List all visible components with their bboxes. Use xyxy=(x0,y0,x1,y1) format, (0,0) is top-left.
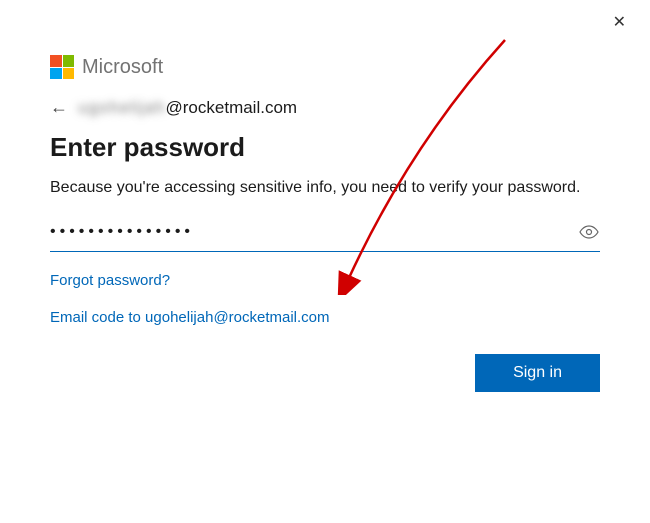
microsoft-logo-icon xyxy=(50,55,74,79)
identity-email: ugohelijah@rocketmail.com xyxy=(78,98,297,118)
eye-icon[interactable] xyxy=(578,221,600,243)
password-input[interactable] xyxy=(50,223,578,241)
brand-name: Microsoft xyxy=(82,56,163,79)
password-field-row xyxy=(50,217,600,252)
forgot-password-link[interactable]: Forgot password? xyxy=(50,272,600,289)
signin-dialog: Microsoft ← ugohelijah@rocketmail.com En… xyxy=(0,0,650,432)
signin-button[interactable]: Sign in xyxy=(475,354,600,392)
page-title: Enter password xyxy=(50,132,600,163)
email-code-link[interactable]: Email code to ugohelijah@rocketmail.com xyxy=(50,309,600,326)
identity-domain: @rocketmail.com xyxy=(166,98,298,117)
identity-row[interactable]: ← ugohelijah@rocketmail.com xyxy=(50,97,600,118)
back-arrow-icon[interactable]: ← xyxy=(50,97,68,118)
close-icon[interactable]: ✕ xyxy=(613,12,626,32)
button-row: Sign in xyxy=(50,354,600,392)
description-text: Because you're accessing sensitive info,… xyxy=(50,177,600,199)
brand-row: Microsoft xyxy=(50,55,600,79)
